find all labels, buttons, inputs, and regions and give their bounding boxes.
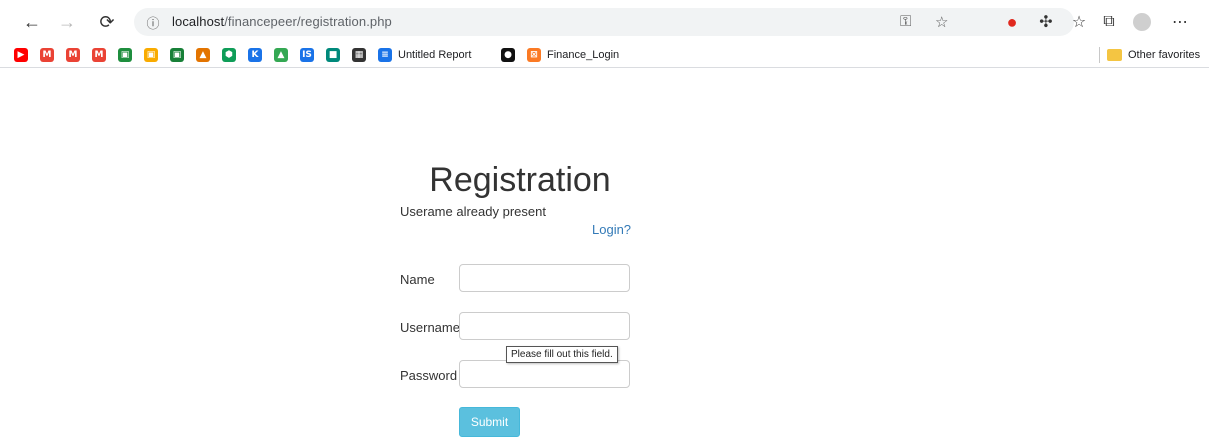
username-label: Username — [400, 320, 460, 335]
url-path: /financepeer/registration.php — [224, 14, 392, 29]
bookmark-item[interactable]: ▲ — [274, 47, 288, 63]
bookmark-item[interactable]: ▣ — [144, 47, 158, 63]
bookmark-item[interactable]: ■ — [326, 47, 340, 63]
bookmark-item[interactable]: IS — [300, 47, 314, 63]
bookmark-item[interactable]: ≡ Untitled Report — [378, 47, 471, 63]
classroom-icon: ▣ — [170, 48, 184, 62]
favorite-add-icon[interactable]: ☆ — [935, 13, 948, 31]
username-input[interactable] — [459, 312, 630, 340]
bookmark-label: Untitled Report — [398, 49, 472, 61]
bookmarks-bar: ▶ M M M ▣ ▣ ▣ ▲ ⬢ K ▲ IS ■ ▦ ≡ Untitled Report ● ⊠ Finance… — [0, 43, 1209, 68]
bookmark-item[interactable]: K — [248, 47, 262, 63]
extensions-icon[interactable]: ✣ — [1034, 10, 1058, 34]
bookmark-item[interactable]: ⊠ Finance_Login — [527, 47, 619, 63]
opera-icon[interactable]: ● — [1000, 10, 1024, 34]
bookmark-label: Finance_Login — [547, 49, 620, 61]
name-input[interactable] — [459, 264, 630, 292]
browser-toolbar: ← → ⟳ ⓘ localhost/financepeer/registrati… — [0, 0, 1209, 43]
favorites-icon[interactable]: ☆ — [1067, 10, 1091, 34]
bookmark-item[interactable]: M — [40, 47, 54, 63]
bookmark-item[interactable]: ▣ — [118, 47, 132, 63]
submit-button[interactable]: Submit — [459, 407, 520, 437]
meet-icon: ■ — [326, 48, 340, 62]
info-icon[interactable]: ⓘ — [144, 13, 162, 31]
dark-app-icon: ▦ — [352, 48, 366, 62]
forward-arrow-icon[interactable]: → — [54, 9, 80, 35]
bookmark-item[interactable]: ▲ — [196, 47, 210, 63]
name-label: Name — [400, 272, 435, 287]
key-icon[interactable]: ⚿ — [900, 13, 911, 30]
bookmark-item[interactable]: M — [66, 47, 80, 63]
gmail-icon: M — [66, 48, 80, 62]
bookmark-item[interactable]: ▶ — [14, 47, 28, 63]
profile-avatar-icon[interactable] — [1130, 10, 1154, 34]
back-arrow-icon[interactable]: ← — [19, 9, 45, 35]
classroom-icon: ▣ — [118, 48, 132, 62]
password-input[interactable] — [459, 360, 630, 388]
error-message: Userame already present — [400, 204, 546, 219]
other-favorites[interactable]: Other favorites — [1107, 47, 1200, 63]
refresh-icon[interactable]: ⟳ — [94, 9, 120, 35]
bookmark-item[interactable]: ▣ — [170, 47, 184, 63]
other-favorites-label: Other favorites — [1128, 49, 1201, 61]
classroom-icon: ▣ — [144, 48, 158, 62]
hexagon-icon: ⬢ — [222, 48, 236, 62]
bookmark-item[interactable]: ● — [501, 47, 515, 63]
url-host: localhost — [172, 14, 225, 29]
page-title: Registration — [429, 160, 611, 199]
address-url[interactable]: localhost/financepeer/registration.php — [172, 14, 392, 29]
gmail-icon: M — [40, 48, 54, 62]
gmail-icon: M — [92, 48, 106, 62]
xampp-icon: ⊠ — [527, 48, 541, 62]
folder-icon — [1107, 49, 1122, 61]
bookmark-item[interactable]: M — [92, 47, 106, 63]
github-icon: ● — [501, 48, 515, 62]
login-link[interactable]: Login? — [592, 222, 631, 237]
collections-icon[interactable]: ⧉ — [1097, 10, 1121, 34]
bookmark-item[interactable]: ⬢ — [222, 47, 236, 63]
k-icon: K — [248, 48, 262, 62]
ama-icon: ▲ — [196, 48, 210, 62]
is-icon: IS — [300, 48, 314, 62]
report-icon: ≡ — [378, 48, 392, 62]
password-label: Password — [400, 368, 458, 383]
bookmark-item[interactable]: ▦ — [352, 47, 366, 63]
bookmarks-divider — [1099, 47, 1100, 63]
drive-icon: ▲ — [274, 48, 288, 62]
more-menu-icon[interactable]: ⋯ — [1168, 10, 1192, 34]
validation-tooltip: Please fill out this field. — [506, 346, 618, 363]
address-bar[interactable]: ⓘ localhost/financepeer/registration.php… — [134, 8, 1074, 36]
youtube-icon: ▶ — [14, 48, 28, 62]
